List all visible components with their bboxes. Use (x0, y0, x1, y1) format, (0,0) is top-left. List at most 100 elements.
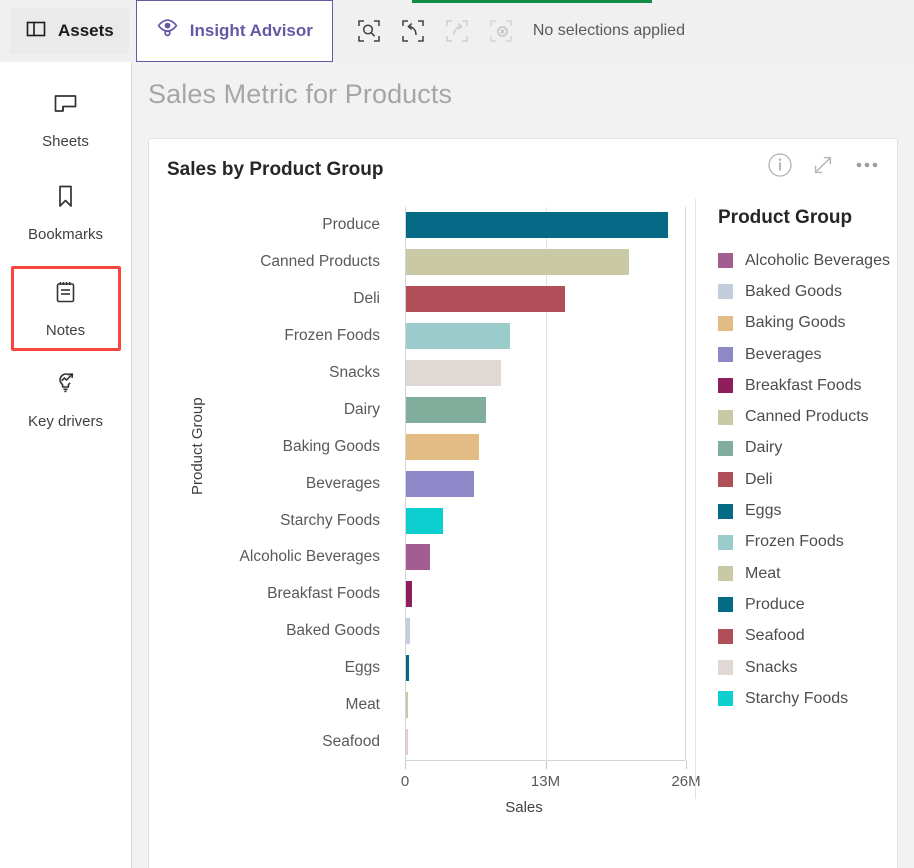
chart-card: Sales by Product Group Product Group Pro… (148, 138, 898, 868)
info-icon[interactable] (766, 151, 794, 179)
y-axis-label[interactable]: Beverages (209, 465, 389, 502)
bar[interactable] (406, 581, 413, 608)
tab-insight-advisor[interactable]: Insight Advisor (135, 0, 333, 62)
bookmark-icon (52, 183, 79, 215)
bar[interactable] (406, 544, 431, 571)
bar-row (406, 723, 687, 760)
bar-row (406, 428, 687, 465)
bar[interactable] (406, 728, 408, 755)
expand-icon[interactable] (809, 151, 837, 179)
bar[interactable] (406, 212, 668, 239)
bar-row (406, 539, 687, 576)
legend-item[interactable]: Produce (718, 589, 895, 620)
bar[interactable] (406, 692, 408, 719)
legend-item[interactable]: Baked Goods (718, 276, 895, 307)
legend-item[interactable]: Alcoholic Beverages (718, 245, 895, 276)
sidebar-item-key-drivers[interactable]: Key drivers (11, 359, 121, 439)
tab-assets[interactable]: Assets (10, 8, 129, 54)
x-axis-tick (545, 761, 547, 769)
y-axis-label[interactable]: Breakfast Foods (209, 576, 389, 613)
x-axis-tick-labels: 0 13M 26M (349, 773, 749, 795)
bar-row (406, 576, 687, 613)
y-axis-label[interactable]: Deli (209, 281, 389, 318)
legend-swatch (718, 440, 733, 456)
legend-item[interactable]: Dairy (718, 433, 895, 464)
sidebar-item-bookmarks[interactable]: Bookmarks (11, 173, 121, 252)
sidebar-item-notes[interactable]: Notes (10, 266, 121, 351)
legend-item[interactable]: Baking Goods (718, 308, 895, 339)
x-axis-tick (686, 761, 687, 769)
bar[interactable] (406, 286, 565, 313)
bar-row (406, 318, 687, 355)
legend-swatch (718, 409, 733, 425)
y-axis-label[interactable]: Produce (209, 207, 389, 244)
legend-item[interactable]: Canned Products (718, 401, 895, 432)
legend-item[interactable]: Deli (718, 464, 895, 495)
legend-swatch (718, 628, 733, 644)
legend-swatch (718, 566, 733, 582)
more-options-icon[interactable] (852, 151, 882, 179)
selection-search-icon[interactable] (347, 0, 391, 62)
legend-item[interactable]: Snacks (718, 652, 895, 683)
legend-item[interactable]: Frozen Foods (718, 527, 895, 558)
clear-selections-icon (479, 0, 523, 62)
bar[interactable] (406, 618, 410, 645)
legend-swatch (718, 660, 733, 675)
legend-swatch (718, 347, 733, 363)
legend-label: Baked Goods (745, 282, 842, 300)
y-axis-label[interactable]: Snacks (209, 355, 389, 392)
bar[interactable] (406, 470, 475, 497)
legend-item[interactable]: Eggs (718, 495, 895, 526)
y-axis-label[interactable]: Meat (209, 687, 389, 724)
legend-swatch (718, 253, 733, 269)
legend-item[interactable]: Breakfast Foods (718, 370, 895, 401)
legend-label: Starchy Foods (745, 689, 849, 707)
left-navigation-rail: Sheets Bookmarks Notes Key drivers (0, 62, 132, 868)
y-axis-label[interactable]: Dairy (209, 391, 389, 428)
step-back-icon[interactable] (391, 0, 435, 62)
bar[interactable] (406, 655, 409, 682)
legend-item[interactable]: Meat (718, 558, 895, 589)
main-content-area: Sales Metric for Products Sales by Produ… (132, 62, 914, 868)
legend-swatch (718, 472, 733, 488)
y-axis-label[interactable]: Canned Products (209, 244, 389, 281)
chart-title: Sales by Product Group (167, 159, 384, 180)
legend-label: Breakfast Foods (745, 376, 862, 394)
chart-plot-wrapper: Product Group Produce Canned Products Deli… (149, 199, 899, 868)
y-axis-label[interactable]: Seafood (209, 723, 389, 760)
legend-label: Dairy (745, 439, 783, 457)
y-axis-label[interactable]: Starchy Foods (209, 502, 389, 539)
bar[interactable] (406, 323, 511, 350)
bar[interactable] (406, 507, 443, 534)
y-axis-label[interactable]: Alcoholic Beverages (209, 539, 389, 576)
sidebar-item-bookmarks-label: Bookmarks (27, 226, 104, 243)
legend-swatch (718, 378, 733, 394)
legend-item[interactable]: Starchy Foods (718, 683, 895, 714)
bar-row (406, 502, 687, 539)
bar[interactable] (406, 433, 480, 460)
bar[interactable] (406, 360, 501, 386)
legend-swatch (718, 597, 733, 613)
y-axis-label[interactable]: Baking Goods (209, 428, 389, 465)
tab-assets-label: Assets (58, 21, 114, 40)
bar[interactable] (406, 249, 629, 276)
legend-swatch (718, 503, 733, 519)
sidebar-item-key-drivers-label: Key drivers (27, 413, 104, 430)
bar-row (406, 355, 687, 392)
sheets-icon (52, 90, 79, 122)
bar-row (406, 244, 687, 281)
legend-label: Beverages (745, 345, 822, 363)
bar-row (406, 465, 687, 502)
sidebar-item-sheets[interactable]: Sheets (11, 80, 121, 159)
step-forward-icon (435, 0, 479, 62)
legend-label: Baking Goods (745, 314, 846, 332)
page-title: Sales Metric for Products (148, 79, 453, 109)
legend-label: Alcoholic Beverages (745, 251, 890, 269)
y-axis-label[interactable]: Baked Goods (209, 613, 389, 650)
bar[interactable] (406, 396, 486, 423)
y-axis-label[interactable]: Eggs (209, 650, 389, 687)
bar-series (406, 207, 687, 761)
legend-item[interactable]: Seafood (718, 621, 895, 652)
y-axis-label[interactable]: Frozen Foods (209, 318, 389, 355)
legend-item[interactable]: Beverages (718, 339, 895, 370)
